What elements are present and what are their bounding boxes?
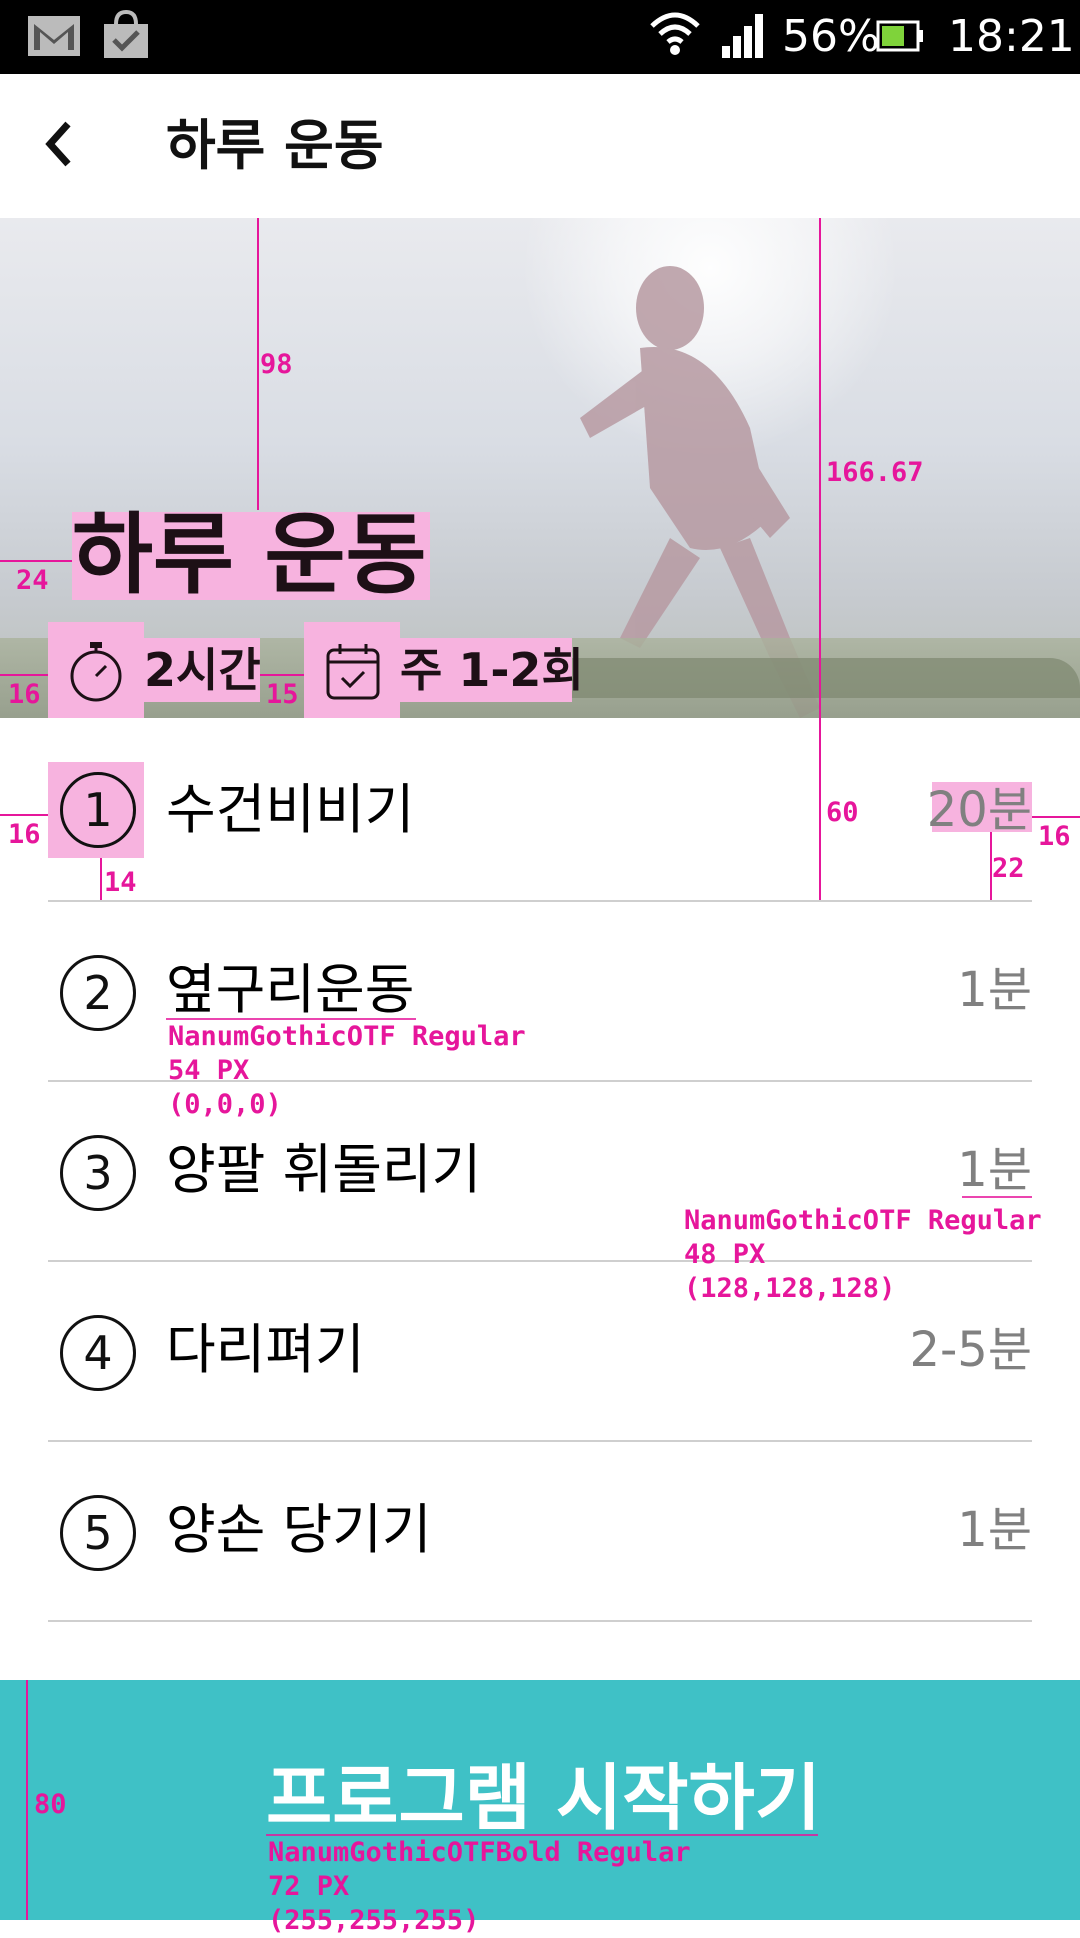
spec-line [0, 560, 72, 562]
step-number-icon: 5 [60, 1495, 136, 1571]
frequency-label: 주 1-2회 [400, 643, 584, 697]
hero-title: 하루 운동 [72, 503, 427, 606]
exercise-duration: 20분 [926, 782, 1032, 838]
spec-cta-height: 80 [34, 1789, 67, 1820]
exercise-duration: 1분 [957, 962, 1032, 1018]
battery-percent: 56% [782, 11, 880, 62]
spec-hero-height: 166.67 [826, 457, 924, 488]
spec-line [257, 218, 259, 510]
spec-line [26, 1680, 28, 1920]
spec-circle-bottom-gap: 14 [104, 867, 137, 898]
step-number-icon: 2 [60, 955, 136, 1031]
list-item[interactable]: 1 수건비비기 20분 [48, 720, 1032, 902]
start-program-button[interactable]: 프로그램 시작하기 NanumGothicOTFBold Regular 72 … [0, 1680, 1080, 1936]
spec-line [260, 674, 304, 676]
signal-icon [722, 14, 763, 58]
chevron-left-icon[interactable] [34, 114, 84, 174]
page-title: 하루 운동 [166, 114, 384, 177]
spec-line [100, 858, 102, 900]
spec-meta-gap: 15 [266, 679, 299, 710]
calendar-check-icon [326, 644, 380, 700]
exercise-name: 옆구리운동 [166, 958, 415, 1021]
exercise-duration: 1분 [957, 1142, 1032, 1198]
step-number-icon: 3 [60, 1135, 136, 1211]
duration-label: 2시간 [144, 643, 261, 697]
spec-right-gap: 16 [1038, 821, 1071, 852]
app-bar: 하루 운동 [0, 74, 1080, 220]
exercise-name: 다리펴기 [166, 1318, 365, 1381]
spec-row-left-gap: 16 [8, 819, 41, 850]
spec-row-height: 60 [826, 797, 859, 828]
exercise-duration: 2-5분 [909, 1322, 1032, 1378]
spec-meta-left-gap: 16 [8, 679, 41, 710]
battery-icon [876, 20, 923, 52]
step-number-icon: 4 [60, 1315, 136, 1391]
spec-duration-bottom-gap: 22 [992, 853, 1025, 884]
status-bar: 56% 18:21 [0, 0, 1080, 74]
stopwatch-icon [70, 642, 122, 702]
spec-hero-top-gap: 98 [260, 349, 293, 380]
exercise-name: 수건비비기 [166, 778, 415, 841]
spec-line [1032, 816, 1080, 818]
exercise-duration: 1분 [957, 1502, 1032, 1558]
clock: 18:21 [948, 11, 1075, 62]
spec-duration-font: NanumGothicOTF Regular 48 PX (128,128,12… [684, 1205, 1042, 1304]
gmail-icon [28, 16, 80, 56]
exercise-name: 양손 당기기 [166, 1498, 432, 1561]
exercise-name: 양팔 휘돌리기 [166, 1138, 482, 1201]
step-number-icon: 1 [60, 772, 136, 848]
list-item[interactable]: 5 양손 당기기 1분 [48, 1440, 1032, 1622]
spec-name-font: NanumGothicOTF Regular 54 PX (0,0,0) [168, 1021, 526, 1120]
start-program-label: 프로그램 시작하기 [266, 1756, 821, 1840]
spec-line [962, 1196, 1032, 1198]
store-bag-icon [104, 10, 148, 58]
spec-line [0, 814, 48, 816]
wifi-icon [650, 12, 700, 55]
spec-cta-font: NanumGothicOTFBold Regular 72 PX (255,25… [268, 1837, 691, 1936]
spec-line [819, 218, 821, 900]
spec-line [0, 674, 48, 676]
spec-hero-left-gap: 24 [16, 565, 49, 596]
